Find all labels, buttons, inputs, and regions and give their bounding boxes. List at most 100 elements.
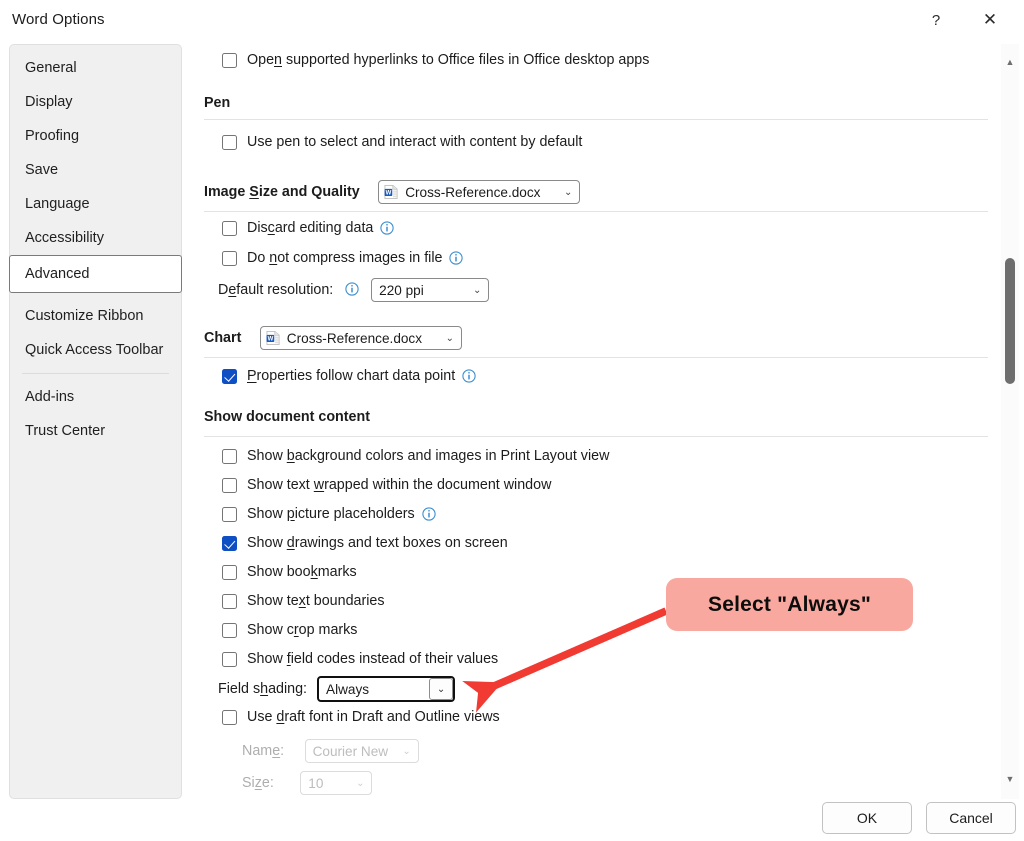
checkbox-label: Show drawings and text boxes on screen <box>247 535 508 551</box>
sidebar-nav: General Display Proofing Save Language A… <box>9 44 182 799</box>
sidebar-item-general[interactable]: General <box>10 51 181 85</box>
scroll-up-arrow-icon[interactable]: ▲ <box>1001 52 1019 72</box>
checkbox-label: Show text wrapped within the document wi… <box>247 477 552 493</box>
word-options-dialog: Word Options ? ✕ General Display Proofin… <box>0 0 1024 841</box>
checkbox-label: Use draft font in Draft and Outline view… <box>247 709 500 725</box>
svg-text:W: W <box>267 337 273 343</box>
checkbox-show-crop-marks[interactable]: Show crop marks <box>222 622 357 638</box>
checkbox-label: Properties follow chart data point <box>247 368 456 384</box>
draft-font-name-label: Name: <box>242 743 285 759</box>
word-document-icon: W <box>266 330 281 346</box>
checkbox-label: Open supported hyperlinks to Office file… <box>247 52 650 68</box>
sidebar-item-proofing[interactable]: Proofing <box>10 119 181 153</box>
sidebar-item-language[interactable]: Language <box>10 187 181 221</box>
checkbox-label: Show field codes instead of their values <box>247 651 499 667</box>
default-resolution-label: Default resolution: <box>218 282 334 298</box>
combobox-value: Always <box>326 681 370 697</box>
pen-divider <box>204 119 988 120</box>
info-icon[interactable] <box>380 221 395 235</box>
checkbox-box[interactable] <box>222 52 237 68</box>
field-shading-label: Field shading: <box>218 681 308 697</box>
info-icon[interactable] <box>449 251 464 265</box>
group-heading-image-size-and-quality: Image Size and Quality W Cross-Reference… <box>204 180 581 204</box>
checkbox-use-pen-to-select[interactable]: Use pen to select and interact with cont… <box>222 134 582 150</box>
chevron-down-icon: ⌄ <box>356 777 365 789</box>
sidebar-item-trust-center[interactable]: Trust Center <box>10 414 181 448</box>
checkbox-label: Show picture placeholders <box>247 506 415 522</box>
sidebar-item-quick-access-toolbar[interactable]: Quick Access Toolbar <box>10 333 181 367</box>
sidebar-item-display[interactable]: Display <box>10 85 181 119</box>
checkbox-label: Show crop marks <box>247 622 358 638</box>
group-heading-pen: Pen <box>204 94 231 111</box>
chevron-down-icon: ⌄ <box>402 745 411 757</box>
checkbox-show-drawings-and-text-boxes[interactable]: Show drawings and text boxes on screen <box>222 535 508 551</box>
sidebar-item-advanced[interactable]: Advanced <box>9 255 182 293</box>
checkbox-box[interactable] <box>222 506 237 522</box>
info-icon[interactable] <box>462 369 476 383</box>
group-heading-show-document-content: Show document content <box>204 408 370 425</box>
checkbox-do-not-compress-images[interactable]: Do not compress images in file <box>222 250 464 266</box>
draft-font-name-combobox[interactable]: Courier New ⌄ <box>304 739 419 763</box>
checkbox-box[interactable] <box>222 593 237 609</box>
checkbox-label: Show text boundaries <box>247 593 385 609</box>
sidebar-item-customize-ribbon[interactable]: Customize Ribbon <box>10 299 181 333</box>
draft-font-size-combobox[interactable]: 10 ⌄ <box>300 771 373 795</box>
checkbox-box[interactable] <box>222 651 237 667</box>
ok-button[interactable]: OK <box>822 802 912 834</box>
scrollbar-thumb[interactable] <box>1005 258 1015 384</box>
chevron-down-icon: ⌄ <box>472 284 482 296</box>
checkbox-box[interactable] <box>222 535 237 551</box>
checkbox-show-text-boundaries[interactable]: Show text boundaries <box>222 593 385 609</box>
image-scope-combobox[interactable]: W Cross-Reference.docx ⌄ <box>378 180 581 204</box>
checkbox-box[interactable] <box>222 622 237 638</box>
checkbox-label: Discard editing data <box>247 220 374 236</box>
checkbox-box[interactable] <box>222 448 237 464</box>
default-resolution-combobox[interactable]: 220 ppi ⌄ <box>371 278 490 302</box>
info-icon[interactable] <box>345 282 359 296</box>
scroll-down-arrow-icon[interactable]: ▼ <box>1001 769 1019 789</box>
checkbox-show-text-wrapped[interactable]: Show text wrapped within the document wi… <box>222 477 551 493</box>
image-size-divider <box>204 211 988 212</box>
checkbox-box[interactable] <box>222 477 237 493</box>
checkbox-properties-follow-chart-data-point[interactable]: Properties follow chart data point <box>222 368 476 384</box>
combobox-value: 10 <box>308 775 324 791</box>
help-icon[interactable]: ? <box>914 4 958 36</box>
checkbox-label: Show bookmarks <box>247 564 357 580</box>
sidebar-item-accessibility[interactable]: Accessibility <box>10 221 181 255</box>
chart-divider <box>204 357 988 358</box>
checkbox-label: Show background colors and images in Pri… <box>247 448 610 464</box>
cancel-button[interactable]: Cancel <box>926 802 1016 834</box>
checkbox-show-background-colors[interactable]: Show background colors and images in Pri… <box>222 448 609 464</box>
sidebar-item-save[interactable]: Save <box>10 153 181 187</box>
sidebar-divider <box>22 373 169 374</box>
group-heading-chart: Chart W Cross-Reference.docx ⌄ <box>204 326 462 350</box>
sidebar-item-add-ins[interactable]: Add-ins <box>10 380 181 414</box>
checkbox-box[interactable] <box>222 564 237 580</box>
info-icon[interactable] <box>422 507 436 521</box>
checkbox-show-picture-placeholders[interactable]: Show picture placeholders <box>222 506 436 522</box>
checkbox-use-draft-font[interactable]: Use draft font in Draft and Outline view… <box>222 709 500 725</box>
combobox-value: 220 ppi <box>379 282 424 298</box>
field-shading-row: Field shading: Always ⌄ <box>218 676 456 702</box>
checkbox-discard-editing-data[interactable]: Discard editing data <box>222 220 395 236</box>
checkbox-box[interactable] <box>222 250 237 266</box>
draft-font-name-row: Name: Courier New ⌄ <box>242 739 419 763</box>
combobox-value: Courier New <box>312 743 389 759</box>
chevron-down-icon: ⌄ <box>564 186 573 198</box>
checkbox-box[interactable] <box>222 134 237 150</box>
checkbox-box[interactable] <box>222 368 237 384</box>
checkbox-show-bookmarks[interactable]: Show bookmarks <box>222 564 357 580</box>
dialog-titlebar: Word Options ? ✕ <box>0 0 1024 40</box>
close-icon[interactable]: ✕ <box>968 4 1012 36</box>
checkbox-box[interactable] <box>222 709 237 725</box>
field-shading-combobox[interactable]: Always ⌄ <box>317 676 456 702</box>
chart-scope-combobox[interactable]: W Cross-Reference.docx ⌄ <box>259 326 462 350</box>
chevron-down-icon[interactable]: ⌄ <box>429 678 454 700</box>
combobox-value: Cross-Reference.docx <box>405 184 541 200</box>
checkbox-open-supported-hyperlinks[interactable]: Open supported hyperlinks to Office file… <box>222 52 649 68</box>
checkbox-show-field-codes[interactable]: Show field codes instead of their values <box>222 651 498 667</box>
options-content-pane: Open supported hyperlinks to Office file… <box>196 44 988 799</box>
draft-font-size-label: Size: <box>242 775 274 791</box>
content-scrollbar[interactable]: ▲ ▼ <box>1001 44 1019 799</box>
checkbox-box[interactable] <box>222 220 237 236</box>
